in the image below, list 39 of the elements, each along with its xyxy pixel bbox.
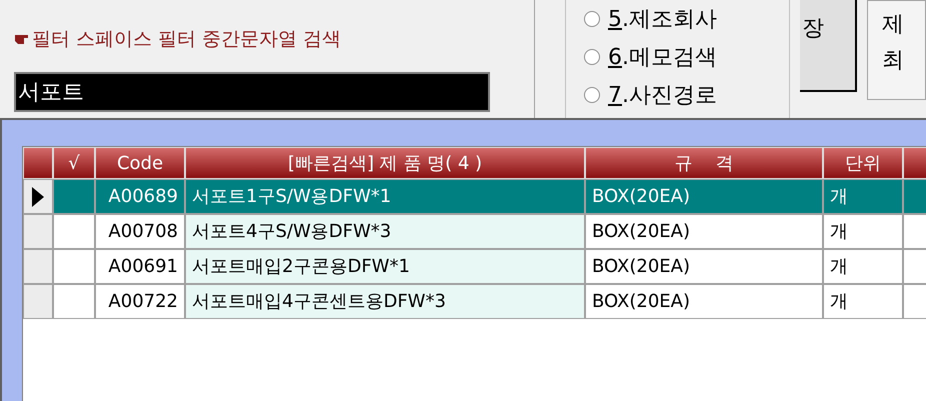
table-cell: A00689 [95,179,185,214]
table-cell: 서포트매입2구콘용DFW*1 [185,249,585,284]
table-cell: BOX(20EA) [585,214,823,249]
header-cell [23,147,53,179]
table-cell: 서포트1구S/W용DFW*1 [185,179,585,214]
table-cell: A00708 [95,214,185,249]
column-header[interactable]: Code [95,147,185,179]
check-cell[interactable] [53,179,95,214]
check-cell[interactable] [53,284,95,319]
radio-button[interactable] [584,11,600,27]
column-header[interactable]: 규 격 [585,147,823,179]
table-cell: BOX(20EA) [585,179,823,214]
panel-text: 제 [882,11,905,39]
current-row-icon [32,186,44,206]
radio-button[interactable] [584,49,600,65]
table-cell: 서포트4구S/W용DFW*3 [185,214,585,249]
table-cell: 개 [823,249,903,284]
filter-label: 필터 스페이스 필터 중간문자열 검색 [32,26,342,52]
radio-option[interactable]: 6.메모검색 [566,40,789,74]
radio-option[interactable]: 7.사진경로 [566,78,789,112]
table-cell: 서포트매입4구콘센트용DFW*3 [185,284,585,319]
table-cell: A00691 [95,249,185,284]
radio-button[interactable] [584,87,600,103]
check-cell[interactable] [53,214,95,249]
table-cell: BOX(20EA) [585,284,823,319]
table-cell: 개 [823,179,903,214]
table-cell: BOX(20EA) [585,249,823,284]
column-header[interactable]: 단위 [823,147,903,179]
row-indicator[interactable] [23,179,53,214]
column-header[interactable]: √ [53,147,95,179]
table-cell: 개 [823,214,903,249]
radio-option[interactable]: 5.제조회사 [566,2,789,36]
panel-text: 최 [882,47,905,75]
table-cell: A00722 [95,284,185,319]
table-cell: 개 [823,284,903,319]
column-header[interactable]: [빠른검색] 제 품 명( 4 ) [185,147,585,179]
side-button[interactable]: 장 [800,0,857,92]
check-cell[interactable] [53,249,95,284]
search-field[interactable]: 서포트 [14,72,490,112]
